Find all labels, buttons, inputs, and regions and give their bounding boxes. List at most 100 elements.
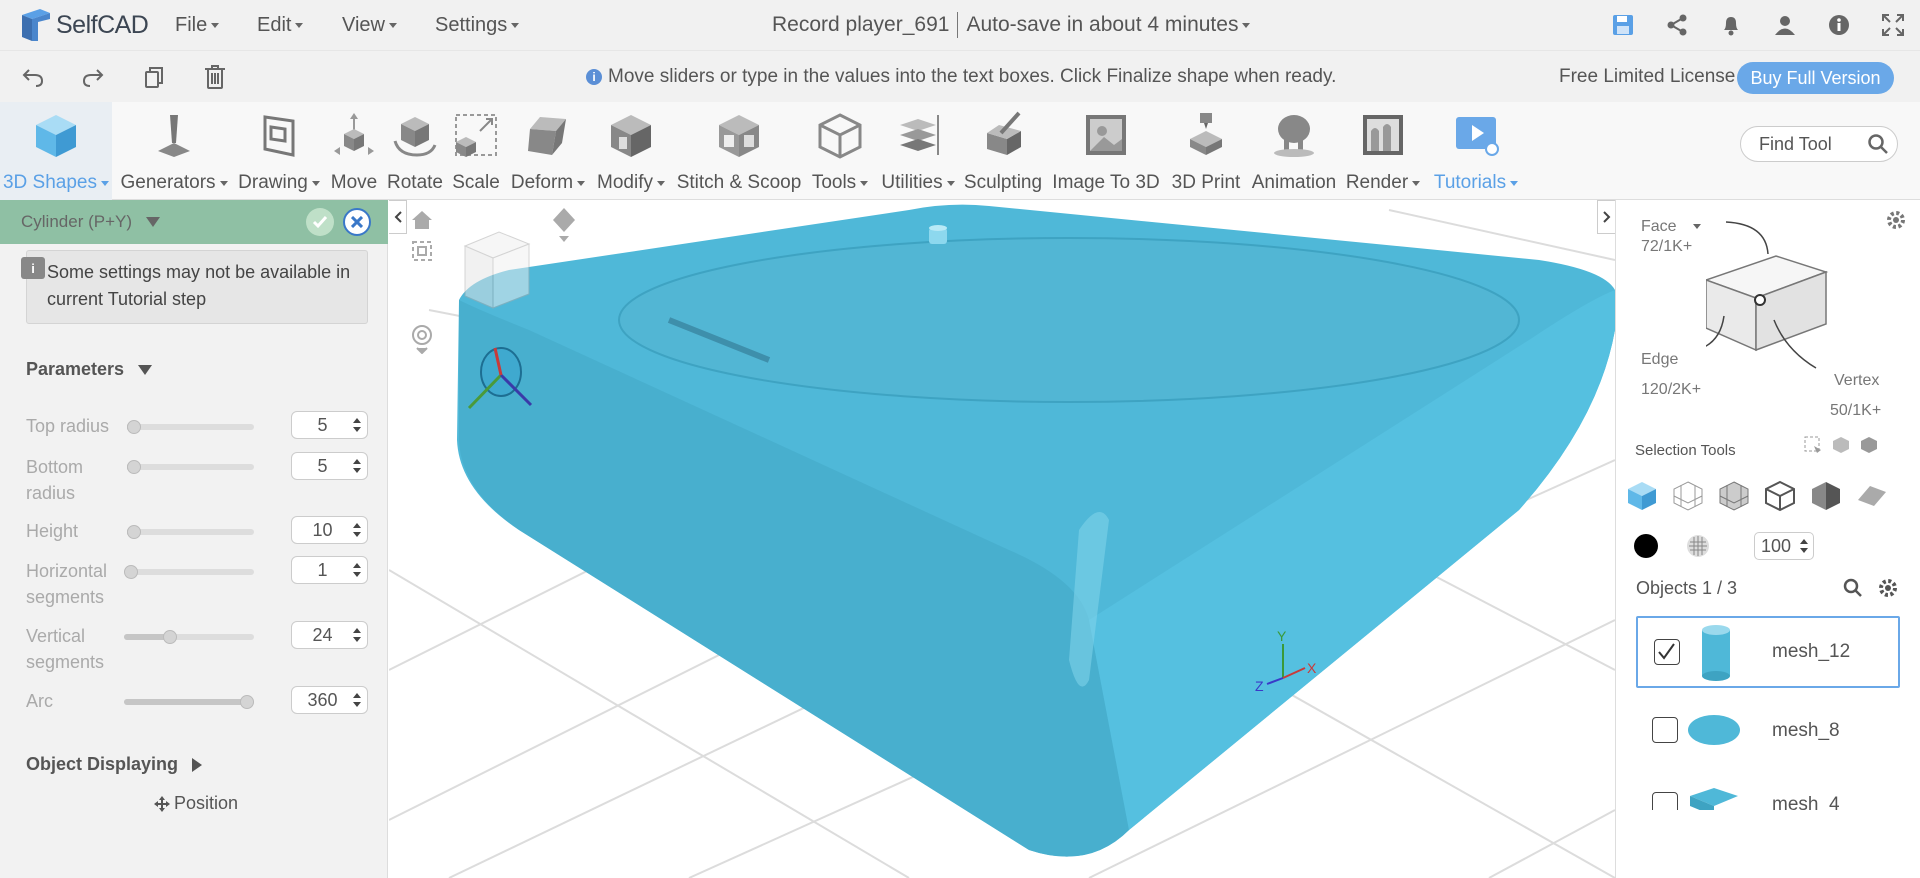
close-icon[interactable]	[343, 208, 371, 236]
spinner-icon[interactable]	[353, 458, 361, 474]
tool-stitch-scoop[interactable]: Stitch & Scoop	[676, 102, 802, 200]
copy-icon[interactable]	[138, 61, 170, 93]
object-checkbox[interactable]	[1654, 639, 1680, 665]
vertical-segments-slider[interactable]	[124, 630, 254, 644]
select-grid-icon[interactable]	[1716, 478, 1752, 514]
color-swatch[interactable]	[1634, 534, 1658, 558]
horizontal-segments-slider[interactable]	[124, 565, 254, 579]
cube-solid-icon[interactable]	[1860, 436, 1878, 454]
tool-move[interactable]: Move	[326, 102, 382, 200]
home-icon[interactable]	[411, 210, 433, 235]
buy-full-version-button[interactable]: Buy Full Version	[1737, 62, 1894, 94]
parameters-section[interactable]: Parameters	[26, 359, 153, 380]
select-faces-icon[interactable]	[1808, 478, 1844, 514]
spinner-icon[interactable]	[353, 692, 361, 708]
object-checkbox[interactable]	[1652, 717, 1678, 743]
tool-modify[interactable]: Modify	[594, 102, 668, 200]
record-player-mesh[interactable]	[457, 204, 1615, 857]
tool-tools[interactable]: Tools	[808, 102, 872, 200]
tool-generators[interactable]: Generators	[120, 102, 228, 200]
height-input[interactable]: 10	[291, 516, 368, 544]
slider-handle[interactable]	[240, 695, 254, 709]
tool-deform[interactable]: Deform	[508, 102, 588, 200]
cube-select-icon[interactable]	[1832, 436, 1850, 454]
spinner-icon[interactable]	[353, 627, 361, 643]
3d-viewport[interactable]: Y X Z	[389, 200, 1615, 878]
slider-handle[interactable]	[162, 630, 177, 644]
object-row-mesh-8[interactable]: mesh_8	[1636, 695, 1900, 767]
tool-drawing[interactable]: Drawing	[235, 102, 323, 200]
object-row-mesh-4[interactable]: mesh_4	[1636, 770, 1900, 810]
arc-input[interactable]: 360	[291, 686, 368, 714]
tool-animation[interactable]: Animation	[1248, 102, 1340, 200]
arc-slider[interactable]	[124, 695, 254, 709]
chevron-down-icon[interactable]	[1242, 22, 1251, 28]
redo-icon[interactable]	[77, 61, 109, 93]
tool-scale[interactable]: Scale	[450, 102, 502, 200]
find-tool-search[interactable]: Find Tool	[1740, 126, 1898, 162]
object-row-mesh-12[interactable]: mesh_12	[1636, 616, 1900, 688]
horizontal-segments-input[interactable]: 1	[291, 556, 368, 584]
spinner-icon[interactable]	[1800, 538, 1808, 554]
object-displaying-section[interactable]: Object Displaying	[26, 754, 203, 775]
select-slice-icon[interactable]	[1854, 478, 1890, 514]
bottom-radius-input[interactable]: 5	[291, 452, 368, 480]
tool-3d-print[interactable]: 3D Print	[1168, 102, 1244, 200]
gear-icon[interactable]	[1878, 578, 1898, 603]
select-wireframe-icon[interactable]	[1670, 478, 1706, 514]
tool-rotate[interactable]: Rotate	[386, 102, 444, 200]
fullscreen-icon[interactable]	[1866, 0, 1920, 50]
top-radius-slider[interactable]	[127, 420, 254, 434]
vertical-segments-input[interactable]: 24	[291, 621, 368, 649]
menu-file[interactable]: File	[175, 0, 220, 50]
tool-3d-shapes[interactable]: 3D Shapes	[0, 102, 112, 200]
bottom-radius-slider[interactable]	[127, 460, 254, 474]
search-icon[interactable]	[1867, 133, 1889, 160]
tool-sculpting[interactable]: Sculpting	[962, 102, 1044, 200]
finalize-shape-button[interactable]	[306, 208, 334, 236]
select-edges-icon[interactable]	[1762, 478, 1798, 514]
user-icon[interactable]	[1758, 0, 1812, 50]
frame-icon[interactable]	[411, 240, 433, 267]
spinner-icon[interactable]	[353, 522, 361, 538]
texture-icon[interactable]	[1686, 534, 1710, 563]
collapse-left-button[interactable]	[389, 200, 407, 234]
info-icon[interactable]	[1812, 0, 1866, 50]
menu-settings[interactable]: Settings	[435, 0, 520, 50]
tool-tutorials[interactable]: Tutorials	[1428, 102, 1524, 200]
target-icon[interactable]	[411, 324, 433, 359]
collapse-right-button[interactable]	[1597, 200, 1615, 234]
slider-handle[interactable]	[127, 525, 141, 539]
height-slider[interactable]	[127, 525, 254, 539]
slider-handle[interactable]	[124, 565, 138, 579]
object-checkbox[interactable]	[1652, 792, 1678, 810]
trash-icon[interactable]	[199, 61, 231, 93]
face-mode[interactable]: Face	[1641, 218, 1701, 236]
gear-icon[interactable]	[1886, 210, 1906, 235]
slider-handle[interactable]	[127, 420, 141, 434]
select-object-icon[interactable]	[1624, 478, 1660, 514]
view-cube[interactable]	[463, 231, 531, 309]
autosave-status[interactable]: Auto-save in about 4 minutes	[966, 13, 1238, 37]
box-select-icon[interactable]	[1804, 436, 1822, 454]
tool-render[interactable]: Render	[1344, 102, 1422, 200]
spinner-icon[interactable]	[353, 562, 361, 578]
undo-icon[interactable]	[17, 61, 49, 93]
bell-icon[interactable]	[1704, 0, 1758, 50]
spinner-icon[interactable]	[353, 417, 361, 433]
opacity-input[interactable]: 100	[1754, 532, 1814, 560]
menu-edit[interactable]: Edit	[257, 0, 304, 50]
position-button[interactable]: Position	[154, 793, 238, 814]
selection-mode-cube[interactable]	[1706, 220, 1856, 380]
slider-handle[interactable]	[127, 460, 141, 474]
tool-utilities[interactable]: Utilities	[876, 102, 960, 200]
save-icon[interactable]	[1596, 0, 1650, 50]
scene-canvas[interactable]	[389, 200, 1615, 878]
project-name[interactable]: Record player_691	[772, 13, 949, 37]
tool-image-to-3d[interactable]: Image To 3D	[1050, 102, 1162, 200]
menu-view[interactable]: View	[342, 0, 397, 50]
share-icon[interactable]	[1650, 0, 1704, 50]
top-radius-input[interactable]: 5	[291, 411, 368, 439]
chevron-down-icon[interactable]	[146, 217, 161, 227]
navigation-icon[interactable]	[551, 206, 577, 247]
